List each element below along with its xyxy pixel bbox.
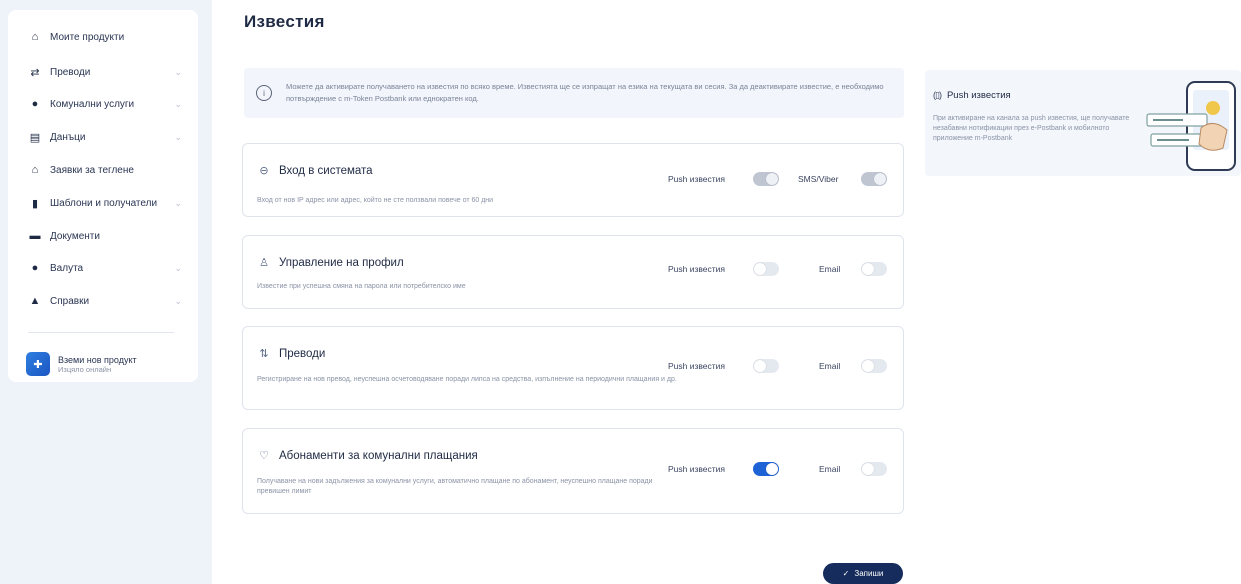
sidebar-item-2[interactable]: ⇄ Преводи ⌄ <box>28 62 188 82</box>
toggle-knob <box>862 463 874 475</box>
lock-icon: ⊖ <box>259 165 269 177</box>
reports-icon: ▲ <box>29 295 41 307</box>
chevron-down-icon: ⌄ <box>174 66 182 77</box>
chevron-down-icon: ⌄ <box>174 98 182 109</box>
push-info-panel: (▯) Push известия При активиране на кана… <box>925 70 1241 176</box>
sidebar-item-1[interactable]: ⌂ Моите продукти <box>28 27 188 47</box>
currency-icon: ● <box>31 262 39 274</box>
toggle-knob <box>754 263 766 275</box>
info-text: Можете да активирате получаването на изв… <box>286 82 884 103</box>
push-panel-title: (▯) Push известия <box>933 90 1011 101</box>
new-product-promo[interactable]: ✚ Вземи нов продукт Изцяло онлайн <box>26 344 186 384</box>
sidebar-divider <box>28 332 174 333</box>
transfer-arrows-icon: ⇅ <box>259 348 269 360</box>
sidebar-item-4[interactable]: ▤ Данъци ⌄ <box>28 127 188 147</box>
toggle-knob <box>874 173 886 185</box>
home-icon: ⌂ <box>31 31 39 43</box>
chevron-down-icon: ⌄ <box>174 131 182 142</box>
promo-subtitle: Изцяло онлайн <box>58 364 112 374</box>
phone-vibrate-icon: (▯) <box>933 90 942 100</box>
sidebar-item-label: Заявки за теглене <box>50 164 134 176</box>
sidebar-item-label: Преводи <box>50 66 91 78</box>
toggle-label: Email <box>819 264 841 274</box>
push-toggle[interactable] <box>753 359 779 373</box>
secondary-channel-toggle[interactable] <box>861 359 887 373</box>
folder-icon: ▬ <box>29 230 41 242</box>
card-title: ⇅ Преводи <box>257 347 326 361</box>
sidebar-item-label: Моите продукти <box>50 31 125 43</box>
push-toggle[interactable] <box>753 262 779 276</box>
card-title-text: Управление на профил <box>279 256 404 269</box>
toggle-label: SMS/Viber <box>798 174 839 184</box>
page-title: Известия <box>244 12 325 31</box>
sidebar-item-9[interactable]: ▲ Справки ⌄ <box>28 291 188 311</box>
save-button[interactable]: ✓ Запиши <box>823 563 903 584</box>
sidebar: ✚ Вземи нов продукт Изцяло онлайн ⌂ Моите… <box>8 10 198 382</box>
sidebar-item-3[interactable]: ● Комунални услуги ⌄ <box>28 94 188 114</box>
bulb-icon: ● <box>31 98 39 110</box>
clipboard-icon: ▮ <box>31 197 39 210</box>
sidebar-item-5[interactable]: ⌂ Заявки за теглене <box>28 160 188 180</box>
sidebar-item-label: Шаблони и получатели <box>50 197 158 209</box>
toggle-knob <box>766 463 778 475</box>
transfer-icon: ⇄ <box>30 66 40 79</box>
toggle-knob <box>862 263 874 275</box>
card-title: ♙ Управление на профил <box>257 256 404 270</box>
secondary-channel-toggle[interactable] <box>861 462 887 476</box>
push-toggle[interactable] <box>753 172 779 186</box>
secondary-channel-toggle[interactable] <box>861 172 887 186</box>
notification-card: ⇅ Преводи Регистриране на нов превод, неус… <box>242 326 904 410</box>
toggle-label: Email <box>819 361 841 371</box>
notification-card: ♙ Управление на профил Известие при успешн… <box>242 235 904 309</box>
card-description: Получаване на нови задължения за комунал… <box>257 478 653 495</box>
toggle-label: Email <box>819 464 841 474</box>
check-icon: ✓ <box>842 569 850 578</box>
sidebar-item-label: Валута <box>50 262 84 274</box>
secondary-channel-toggle[interactable] <box>861 262 887 276</box>
add-product-icon: ✚ <box>26 352 50 376</box>
bulb-outline-icon: ♡ <box>259 450 269 462</box>
push-panel-description: При активиране на канала за push извести… <box>933 115 1130 142</box>
chevron-down-icon: ⌄ <box>174 262 182 273</box>
toggle-knob <box>754 360 766 372</box>
toggle-knob <box>862 360 874 372</box>
user-icon: ♙ <box>259 257 269 269</box>
save-button-label: Запиши <box>854 569 884 578</box>
bank-icon: ⌂ <box>31 164 39 176</box>
push-panel-title-text: Push известия <box>946 90 1011 101</box>
info-banner: i Можете да активирате получаването на и… <box>244 68 904 118</box>
notification-card: ♡ Абонаменти за комунални плащания Получав… <box>242 428 904 514</box>
card-title-text: Абонаменти за комунални плащания <box>279 449 478 462</box>
sidebar-item-label: Документи <box>50 230 100 242</box>
phone-notification-illustration <box>1146 81 1236 171</box>
card-title-text: Преводи <box>279 347 326 360</box>
toggle-label: Push известия <box>668 464 726 474</box>
sidebar-item-7[interactable]: ▬ Документи <box>28 226 188 246</box>
sidebar-item-label: Комунални услуги <box>50 98 135 110</box>
toggle-label: Push известия <box>668 174 726 184</box>
sidebar-item-8[interactable]: ● Валута ⌄ <box>28 258 188 278</box>
card-title-text: Вход в системата <box>279 164 373 177</box>
push-toggle[interactable] <box>753 462 779 476</box>
promo-title: Вземи нов продукт <box>58 354 137 365</box>
toggle-knob <box>766 173 778 185</box>
toggle-label: Push известия <box>668 361 726 371</box>
card-title: ⊖ Вход в системата <box>257 164 373 178</box>
card-description: Регистриране на нов превод, неуспешна ос… <box>257 376 677 383</box>
notification-card: ⊖ Вход в системата Вход от нов IP адрес ил… <box>242 143 904 217</box>
card-title: ♡ Абонаменти за комунални плащания <box>257 449 478 463</box>
chevron-down-icon: ⌄ <box>174 197 182 208</box>
document-icon: ▤ <box>29 131 41 144</box>
info-icon: i <box>256 85 272 101</box>
sidebar-item-label: Данъци <box>50 131 86 143</box>
sidebar-item-6[interactable]: ▮ Шаблони и получатели ⌄ <box>28 193 188 213</box>
toggle-label: Push известия <box>668 264 726 274</box>
card-description: Известие при успешна смяна на парола или… <box>257 283 466 290</box>
card-description: Вход от нов IP адрес или адрес, който не… <box>257 197 494 204</box>
chevron-down-icon: ⌄ <box>174 295 182 306</box>
sidebar-item-label: Справки <box>50 295 90 307</box>
